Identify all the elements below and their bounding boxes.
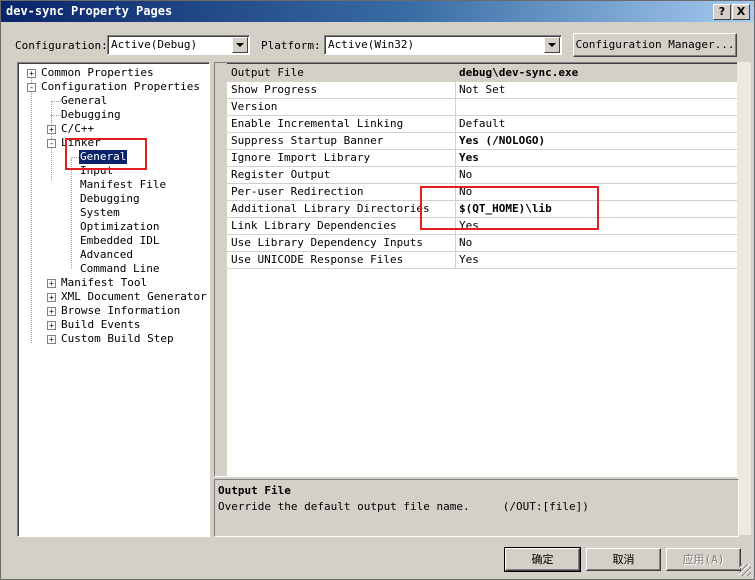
property-grid[interactable]: Output File debug\dev-sync.exe Show Prog… <box>214 62 739 477</box>
description-text: Override the default output file name. (… <box>218 500 589 513</box>
property-name: Ignore Import Library <box>231 151 371 164</box>
property-pages-window: dev-sync Property Pages ? X Configuratio… <box>0 0 755 580</box>
tree-item-common-properties[interactable]: Common Properties <box>41 66 154 80</box>
property-value[interactable]: debug\dev-sync.exe <box>459 66 578 79</box>
property-name: Register Output <box>231 168 331 181</box>
description-panel: Output File Override the default output … <box>214 479 739 537</box>
tree-item-browse-information[interactable]: Browse Information <box>61 304 180 318</box>
property-value[interactable]: No <box>459 236 472 249</box>
chevron-down-icon[interactable] <box>544 37 560 53</box>
property-value[interactable]: Not Set <box>459 83 505 96</box>
configuration-label: Configuration: <box>15 39 108 52</box>
vertical-scrollbar[interactable] <box>737 62 751 535</box>
property-row[interactable]: Suppress Startup Banner Yes (/NOLOGO) <box>227 132 738 150</box>
annotation-box <box>65 138 147 170</box>
platform-value: Active(Win32) <box>328 38 415 51</box>
tree-guide <box>71 159 72 269</box>
property-row[interactable]: Use Library Dependency Inputs No <box>227 234 738 252</box>
category-tree[interactable]: + Common Properties - Configuration Prop… <box>17 62 210 537</box>
tree-item-debugging[interactable]: Debugging <box>61 108 121 122</box>
property-name: Version <box>231 100 278 113</box>
tree-item-general[interactable]: General <box>61 94 107 108</box>
tree-item-linker-debugging[interactable]: Debugging <box>80 192 140 206</box>
apply-button: 应用(A) <box>666 548 741 571</box>
configuration-select[interactable]: Active(Debug) <box>107 35 250 55</box>
tree-item-advanced[interactable]: Advanced <box>80 248 133 262</box>
collapse-icon[interactable]: - <box>27 83 36 92</box>
ok-button[interactable]: 确定 <box>504 547 581 572</box>
tree-item-configuration-properties[interactable]: Configuration Properties <box>41 80 200 94</box>
property-name: Additional Library Directories <box>231 202 430 215</box>
tree-item-build-events[interactable]: Build Events <box>61 318 140 332</box>
tree-guide <box>51 101 61 102</box>
column-divider <box>455 98 456 115</box>
property-value[interactable]: Yes (/NOLOGO) <box>459 134 545 147</box>
platform-label: Platform: <box>261 39 321 52</box>
configuration-value: Active(Debug) <box>111 38 198 51</box>
property-row[interactable]: Register Output No <box>227 166 738 184</box>
column-divider <box>455 115 456 132</box>
expand-icon[interactable]: + <box>47 125 56 134</box>
property-row[interactable]: Show Progress Not Set <box>227 81 738 99</box>
property-value[interactable]: No <box>459 168 472 181</box>
property-name: Link Library Dependencies <box>231 219 397 232</box>
tree-guide <box>51 115 61 116</box>
collapse-icon[interactable]: - <box>47 139 56 148</box>
column-divider <box>455 234 456 251</box>
property-row[interactable]: Use UNICODE Response Files Yes <box>227 251 738 269</box>
close-button[interactable]: X <box>732 4 750 20</box>
tree-item-manifest-file[interactable]: Manifest File <box>80 178 166 192</box>
property-row[interactable]: Ignore Import Library Yes <box>227 149 738 167</box>
tree-item-optimization[interactable]: Optimization <box>80 220 159 234</box>
property-row[interactable]: Enable Incremental Linking Default <box>227 115 738 133</box>
tree-item-embedded-idl[interactable]: Embedded IDL <box>80 234 159 248</box>
property-name: Per-user Redirection <box>231 185 364 198</box>
tree-item-xml-document-generator[interactable]: XML Document Generator <box>61 290 207 304</box>
property-row[interactable]: Version <box>227 98 738 116</box>
column-divider <box>455 251 456 268</box>
annotation-box <box>420 186 599 230</box>
column-divider <box>455 166 456 183</box>
expand-icon[interactable]: + <box>47 307 56 316</box>
property-name: Suppress Startup Banner <box>231 134 384 147</box>
title-bar[interactable]: dev-sync Property Pages ? X <box>1 1 754 22</box>
property-name: Output File <box>231 66 304 79</box>
expand-icon[interactable]: + <box>47 335 56 344</box>
property-name: Use Library Dependency Inputs <box>231 236 424 249</box>
property-name: Enable Incremental Linking <box>231 117 404 130</box>
window-title: dev-sync Property Pages <box>6 4 173 18</box>
tree-item-custom-build-step[interactable]: Custom Build Step <box>61 332 174 346</box>
property-value[interactable]: Yes <box>459 253 479 266</box>
tree-guide <box>31 78 32 343</box>
cancel-button[interactable]: 取消 <box>586 548 661 571</box>
description-title: Output File <box>218 484 291 497</box>
configuration-manager-button[interactable]: Configuration Manager... <box>573 33 737 57</box>
resize-grip-icon[interactable] <box>739 564 751 576</box>
expand-icon[interactable]: + <box>47 321 56 330</box>
column-divider <box>455 149 456 166</box>
tree-item-manifest-tool[interactable]: Manifest Tool <box>61 276 147 290</box>
platform-select[interactable]: Active(Win32) <box>324 35 562 55</box>
grid-gutter <box>215 63 227 476</box>
tree-item-system[interactable]: System <box>80 206 120 220</box>
property-row[interactable]: Output File debug\dev-sync.exe <box>227 64 738 82</box>
tree-item-command-line[interactable]: Command Line <box>80 262 159 276</box>
column-divider <box>455 64 456 81</box>
column-divider <box>455 81 456 98</box>
help-button[interactable]: ? <box>713 4 731 20</box>
property-name: Show Progress <box>231 83 318 96</box>
property-name: Use UNICODE Response Files <box>231 253 404 266</box>
property-value[interactable]: Default <box>459 117 505 130</box>
expand-icon[interactable]: + <box>47 279 56 288</box>
tree-item-c-cpp[interactable]: C/C++ <box>61 122 94 136</box>
expand-icon[interactable]: + <box>27 69 36 78</box>
expand-icon[interactable]: + <box>47 293 56 302</box>
chevron-down-icon[interactable] <box>232 37 248 53</box>
property-value[interactable]: Yes <box>459 151 479 164</box>
column-divider <box>455 132 456 149</box>
